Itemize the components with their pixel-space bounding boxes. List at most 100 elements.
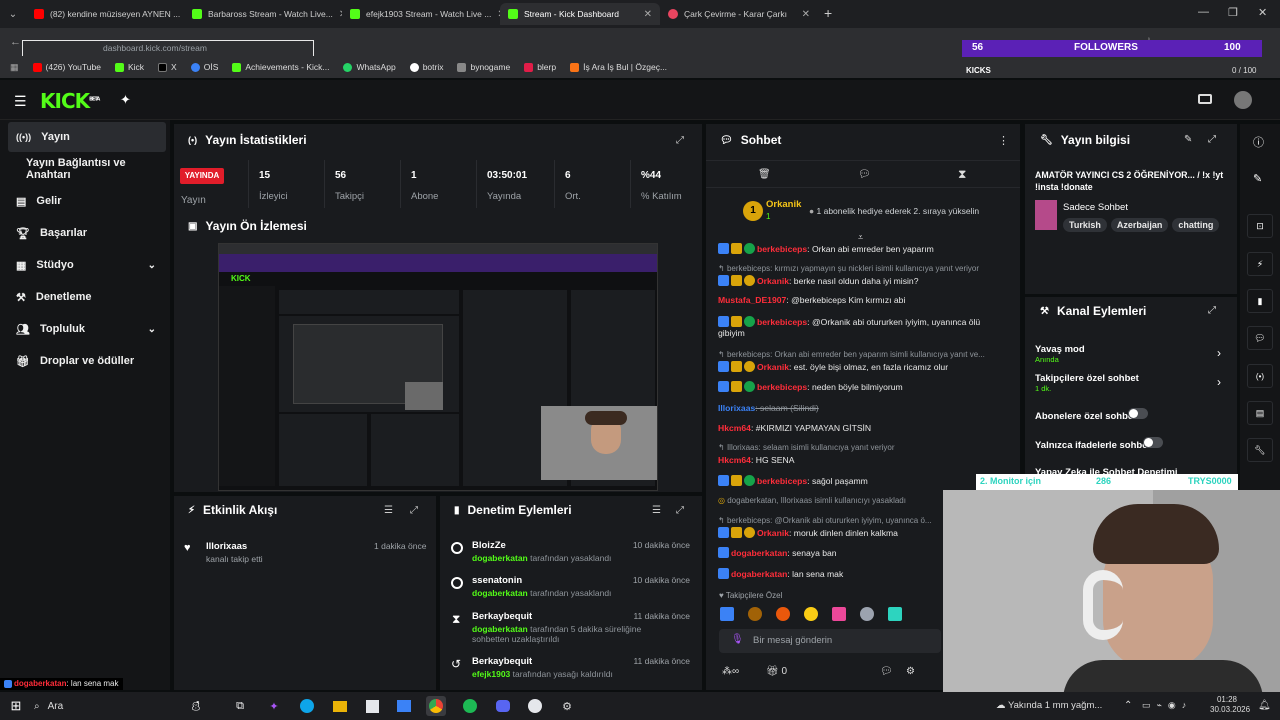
filter-icon[interactable]: ☰	[652, 505, 661, 516]
chat-user[interactable]: Orkanik	[757, 362, 789, 372]
chat-user[interactable]: berkebiceps	[757, 244, 807, 254]
tag[interactable]: chatting	[1172, 218, 1220, 232]
bookmark-blerp[interactable]: blerp	[524, 62, 556, 72]
chat-user[interactable]: berkebiceps	[757, 382, 807, 392]
url-field[interactable]: dashboard.kick.com/stream	[22, 40, 314, 57]
back-icon[interactable]: ←	[10, 36, 21, 48]
apps-icon[interactable]: ▦	[10, 62, 19, 73]
spotify-icon[interactable]	[460, 696, 480, 716]
copilot-icon[interactable]: ✦	[264, 696, 284, 716]
chat-bubble-icon[interactable]: 💬︎	[858, 169, 871, 180]
bookmark-whatsapp[interactable]: WhatsApp	[343, 62, 396, 72]
bookmark-isara[interactable]: İş Ara İş Bul | Özgeç...	[570, 62, 667, 72]
category-name[interactable]: Sadece Sohbet	[1063, 202, 1128, 213]
chat-user[interactable]: berkebiceps	[757, 476, 807, 486]
emote[interactable]	[804, 606, 818, 621]
expand-icon[interactable]: ⤢	[676, 505, 684, 516]
toolbar-button-5[interactable]: (•)	[1247, 364, 1273, 388]
emote[interactable]	[832, 606, 846, 621]
emote[interactable]	[860, 606, 874, 621]
task-view-icon[interactable]: ⧉	[230, 696, 250, 716]
expand-icon[interactable]: ⤢	[1208, 305, 1216, 316]
maximize-icon[interactable]: ❐	[1228, 6, 1238, 19]
store-icon[interactable]	[362, 696, 382, 716]
expand-icon[interactable]: ⤢	[1208, 134, 1216, 145]
expand-icon[interactable]: ⤢	[676, 135, 684, 146]
hourglass-icon[interactable]: ⧗	[958, 167, 966, 182]
tray-chevron-icon[interactable]: ⌃	[1124, 700, 1132, 711]
bookmark-youtube[interactable]: (426) YouTube	[32, 62, 101, 72]
toolbar-button-6[interactable]: ▤	[1247, 401, 1273, 425]
sidebar-item-yayin[interactable]: ((•)) Yayın	[8, 122, 166, 152]
chat-user[interactable]: Hkcm64	[718, 423, 751, 433]
sidebar-item-connection[interactable]: Yayın Bağlantısı ve Anahtarı	[18, 154, 170, 184]
chat-user[interactable]: Illorixaas	[718, 403, 755, 413]
mic-icon[interactable]: 🎙︎	[731, 634, 744, 645]
obs-icon[interactable]	[525, 696, 545, 716]
toolbar-button-2[interactable]: ⚡︎	[1247, 252, 1273, 276]
chat-user[interactable]: Mustafa_DE1907	[718, 295, 786, 305]
chrome-icon[interactable]	[426, 696, 446, 716]
edge-icon[interactable]	[297, 696, 317, 716]
more-icon[interactable]: ⋮	[998, 134, 1009, 147]
tab-dashboard[interactable]: Stream - Kick Dashboard ✕	[500, 3, 660, 25]
sidebar-item-denetleme[interactable]: ⚒ Denetleme	[8, 282, 166, 312]
window-close-icon[interactable]: ✕	[1258, 6, 1267, 19]
chat-user[interactable]: berkebiceps	[757, 317, 807, 327]
gift-icon[interactable]: 🎁︎	[766, 666, 779, 677]
windows-start-icon[interactable]: ⊞	[6, 696, 26, 716]
taskbar-mascot-icon[interactable]: ⛄︎	[186, 696, 206, 716]
sidebar-item-basarilar[interactable]: 🏆︎ Başarılar	[8, 218, 166, 248]
chat-user[interactable]: Hkcm64	[718, 455, 751, 465]
toolbar-button-7[interactable]: 🔧︎	[1247, 438, 1273, 462]
toolbar-button-1[interactable]: ⊡	[1247, 214, 1273, 238]
sidebar-item-topluluk[interactable]: 👥︎ Topluluk ⌄	[8, 314, 166, 344]
tab-wheel[interactable]: Çark Çevirme - Karar Çarkı ✕	[660, 3, 818, 25]
bookmark-kick[interactable]: Kick	[114, 62, 144, 72]
sidebar-item-gelir[interactable]: ▤ Gelir	[8, 186, 166, 216]
kick-logo[interactable]: KICKBETA	[40, 89, 100, 113]
tray-icons[interactable]: ▭⌁◉♪	[1142, 700, 1192, 711]
trash-icon[interactable]: 🗑︎	[758, 169, 771, 180]
users-icon[interactable]: ⁂	[722, 666, 732, 677]
subs-only-toggle[interactable]	[1128, 408, 1149, 419]
mail-icon[interactable]	[394, 696, 414, 716]
chat-user[interactable]: Orkanik	[757, 276, 789, 286]
tab-youtube[interactable]: (82) kendine müziseyen AYNEN ...✕	[26, 3, 184, 25]
menu-icon[interactable]: ☰	[14, 93, 27, 110]
bookmark-botrix[interactable]: botrix	[409, 62, 443, 72]
explorer-icon[interactable]	[330, 696, 350, 716]
chat-user[interactable]: Orkanik	[757, 528, 789, 538]
tab-efejk[interactable]: efejk1903 Stream - Watch Live ...✕	[342, 3, 500, 25]
bookmark-achievements[interactable]: Achievements - Kick...	[232, 62, 329, 72]
chat-user[interactable]: dogaberkatan	[731, 569, 787, 579]
notification-icon[interactable]: 🔔︎	[1258, 700, 1271, 711]
edit-icon[interactable]: ✎	[1184, 134, 1192, 145]
new-tab-icon[interactable]: +	[824, 5, 832, 21]
weather-widget[interactable]: ☁ Yakında 1 mm yağm...	[996, 700, 1102, 711]
collapse-icon[interactable]: ⩡	[858, 232, 863, 243]
info-icon[interactable]: ⓘ	[1253, 134, 1264, 150]
chat-bubble-icon[interactable]: 💬︎	[880, 666, 893, 677]
emote[interactable]	[720, 606, 734, 621]
bookmark-bynogame[interactable]: bynogame	[457, 62, 510, 72]
clock[interactable]: 01:28 30.03.2026	[1210, 695, 1250, 715]
close-icon[interactable]: ✕	[802, 9, 810, 20]
bookmark-x[interactable]: X	[158, 62, 177, 72]
emote[interactable]	[888, 606, 902, 621]
filter-icon[interactable]: ☰	[384, 505, 393, 516]
pin-icon[interactable]: ✦	[120, 92, 131, 108]
stream-preview[interactable]: KICK	[218, 243, 658, 491]
expand-icon[interactable]: ⤢	[410, 505, 418, 516]
avatar[interactable]	[1234, 91, 1252, 109]
sidebar-item-droplar[interactable]: 🎁︎ Droplar ve ödüller	[8, 346, 166, 376]
sidebar-item-studyo[interactable]: ▦ Stüdyo ⌄	[8, 250, 166, 280]
minimize-icon[interactable]: —	[1198, 6, 1209, 18]
tab-barbaross[interactable]: Barbaross Stream - Watch Live...✕	[184, 3, 342, 25]
close-icon[interactable]: ✕	[644, 9, 652, 20]
emote[interactable]	[748, 606, 762, 621]
screen-icon[interactable]	[1198, 94, 1212, 104]
toolbar-button-3[interactable]: ▮	[1247, 289, 1273, 313]
settings-icon[interactable]: ⚙	[557, 696, 577, 716]
emote[interactable]	[776, 606, 790, 621]
